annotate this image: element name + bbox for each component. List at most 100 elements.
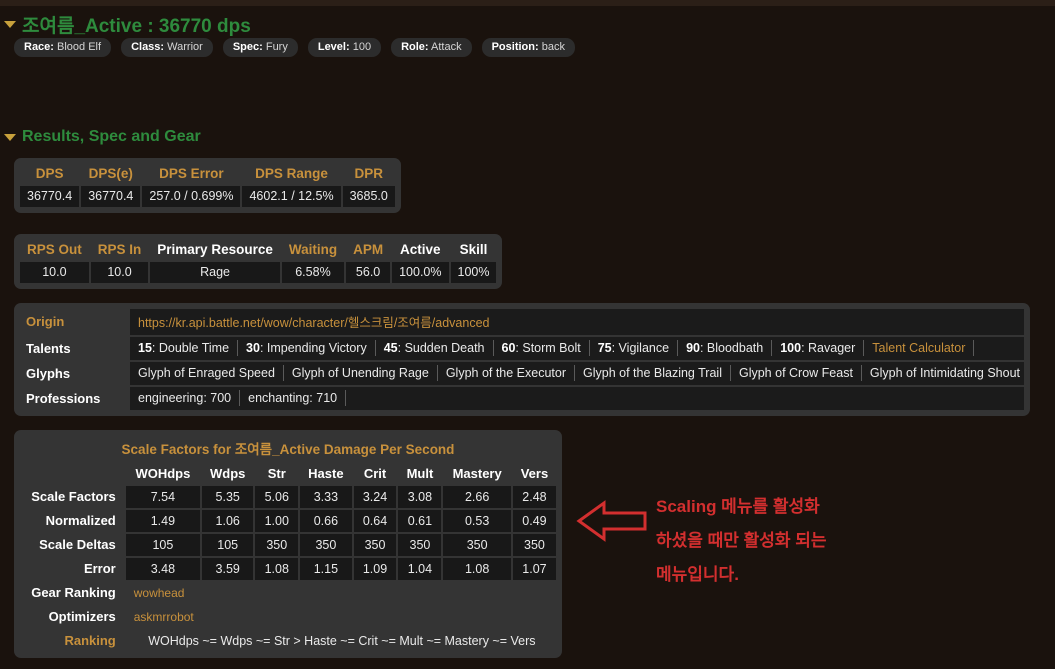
dps-val-dps-error: 257.0 / 0.699% [142,186,241,207]
badge-spec-value: Fury [265,41,288,53]
ranking-value: WOHdps ~= Wdps ~= Str > Haste ~= Crit ~=… [148,633,536,648]
table-row: 10.0 10.0 Rage 6.58% 56.0 100.0% 100% [20,262,497,283]
badge-class-value: Warrior [167,41,203,53]
character-title-header[interactable]: 조여름_Active : 36770 dps [4,11,251,38]
dps-val-dpse: 36770.4 [81,186,141,207]
cell-normalized-crit: 0.64 [353,510,397,532]
optimizers-link[interactable]: askmrrobot [126,606,556,628]
scale-factors-title: Scale Factors for 조여름_Active Damage Per … [121,442,455,457]
results-section-header[interactable]: Results, Spec and Gear [4,128,201,146]
badge-role-label: Role: [401,41,429,53]
cell-error-haste: 1.15 [300,558,352,580]
rps-summary-panel: RPS Out RPS In Primary Resource Waiting … [14,234,503,289]
badge-race-value: Blood Elf [57,41,102,53]
rps-val-skill: 100% [450,262,497,283]
annotation-text: Scaling 메뉴를 활성화 하셨을 때만 활성화 되는 메뉴입니다. [656,490,827,592]
rps-val-rps-out: 10.0 [20,262,89,283]
table-header-row: DPS DPS(e) DPS Error DPS Range DPR [20,164,395,184]
dps-col-dps: DPS [35,166,64,181]
rps-val-rps-in: 10.0 [90,262,149,283]
badge-race: Race: Blood Elf [14,38,112,57]
cell-scale-deltas-haste: 350 [300,534,352,556]
badge-spec: Spec: Fury [222,38,298,57]
dps-col-dpr: DPR [354,166,383,181]
triangle-down-icon[interactable] [4,133,16,141]
talent-tier: 30 [246,341,260,355]
table-row-professions: Professions engineering: 700 enchanting:… [20,387,1024,410]
scale-col-mastery: Mastery [452,466,502,481]
dps-val-dps: 36770.4 [20,186,80,207]
badge-level-label: Level: [317,41,350,53]
rps-summary-table: RPS Out RPS In Primary Resource Waiting … [18,238,498,285]
origin-value-cell: https://kr.api.battle.net/wow/character/… [130,309,1024,335]
cell-scale-deltas-mastery: 350 [443,534,511,556]
cell-scale-factors-mastery: 2.66 [443,486,511,508]
talent-name: : Bloodbath [699,341,764,355]
glyph-item: Glyph of Unending Rage [284,365,438,381]
row-label-ranking: Ranking [64,633,116,648]
scale-factors-panel: Scale Factors for 조여름_Active Damage Per … [14,430,562,658]
table-row-scale-factors: Scale Factors 7.54 5.35 5.06 3.33 3.24 3… [20,486,556,508]
cell-scale-factors-mult: 3.08 [398,486,442,508]
talent-tier: 60 [501,341,516,355]
origin-url[interactable]: https://kr.api.battle.net/wow/character/… [134,316,489,330]
rps-col-skill: Skill [459,242,488,257]
talent-item: 60: Storm Bolt [494,340,590,356]
rps-val-waiting: 6.58% [281,262,345,283]
dps-val-dps-range: 4602.1 / 12.5% [242,186,341,207]
badge-class-label: Class: [131,41,165,53]
cell-normalized-wdps: 1.06 [202,510,254,532]
professions-label: Professions [26,390,101,406]
talent-item: 45: Sudden Death [376,340,494,356]
annotation-line-1: Scaling 메뉴를 활성화 [656,497,820,516]
talents-value-cell: 15: Double Time 30: Impending Victory 45… [130,337,1024,360]
cell-normalized-wohdps: 1.49 [125,510,201,532]
cell-scale-deltas-str: 350 [255,534,299,556]
table-row-glyphs: Glyphs Glyph of Enraged Speed Glyph of U… [20,362,1024,385]
talent-item: 75: Vigilance [590,340,679,356]
row-label-scale-deltas: Scale Deltas [39,537,116,552]
rps-val-active: 100.0% [392,262,449,283]
row-label-gear-ranking: Gear Ranking [31,585,116,600]
cell-scale-factors-str: 5.06 [255,486,299,508]
rps-val-apm: 56.0 [346,262,391,283]
cell-error-wohdps: 3.48 [125,558,201,580]
rps-col-rps-in: RPS In [97,242,142,257]
professions-value-cell: engineering: 700 enchanting: 710 [130,387,1024,410]
glyphs-chip-list: Glyph of Enraged Speed Glyph of Unending… [134,365,1020,381]
badge-role-value: Attack [431,41,462,53]
dps-col-dps-error: DPS Error [159,166,224,181]
professions-chip-list: engineering: 700 enchanting: 710 [134,390,1020,406]
cell-scale-factors-wohdps: 7.54 [125,486,201,508]
talent-calculator-link[interactable]: Talent Calculator [864,340,975,356]
talent-name: : Storm Bolt [515,341,581,355]
table-row-origin: Origin https://kr.api.battle.net/wow/cha… [20,309,1024,335]
row-label-scale-factors: Scale Factors [31,489,116,504]
top-strip [0,0,1055,6]
cell-scale-factors-haste: 3.33 [300,486,352,508]
scale-col-crit: Crit [363,466,387,481]
rps-val-primary-resource: Rage [150,262,280,283]
scale-col-mult: Mult [406,466,434,481]
talent-name: : Ravager [801,341,856,355]
talent-tier: 90 [686,341,700,355]
profession-item: enchanting: 710 [240,390,347,406]
gear-ranking-link[interactable]: wowhead [126,582,556,604]
scale-col-wdps: Wdps [209,466,246,481]
dps-col-dpse: DPS(e) [88,166,133,181]
talents-label: Talents [26,340,71,356]
triangle-down-icon[interactable] [4,21,16,28]
cell-normalized-vers: 0.49 [512,510,556,532]
cell-scale-deltas-mult: 350 [398,534,442,556]
cell-scale-deltas-wohdps: 105 [125,534,201,556]
talent-item: 90: Bloodbath [678,340,773,356]
table-row-error: Error 3.48 3.59 1.08 1.15 1.09 1.04 1.08… [20,558,556,580]
rps-col-waiting: Waiting [288,242,338,257]
glyphs-value-cell: Glyph of Enraged Speed Glyph of Unending… [130,362,1024,385]
cell-error-vers: 1.07 [512,558,556,580]
row-label-error: Error [83,561,116,576]
cell-scale-deltas-vers: 350 [512,534,556,556]
arrow-left-icon [576,500,647,542]
glyph-item: Glyph of Enraged Speed [134,365,284,381]
talent-tier: 100 [780,341,802,355]
